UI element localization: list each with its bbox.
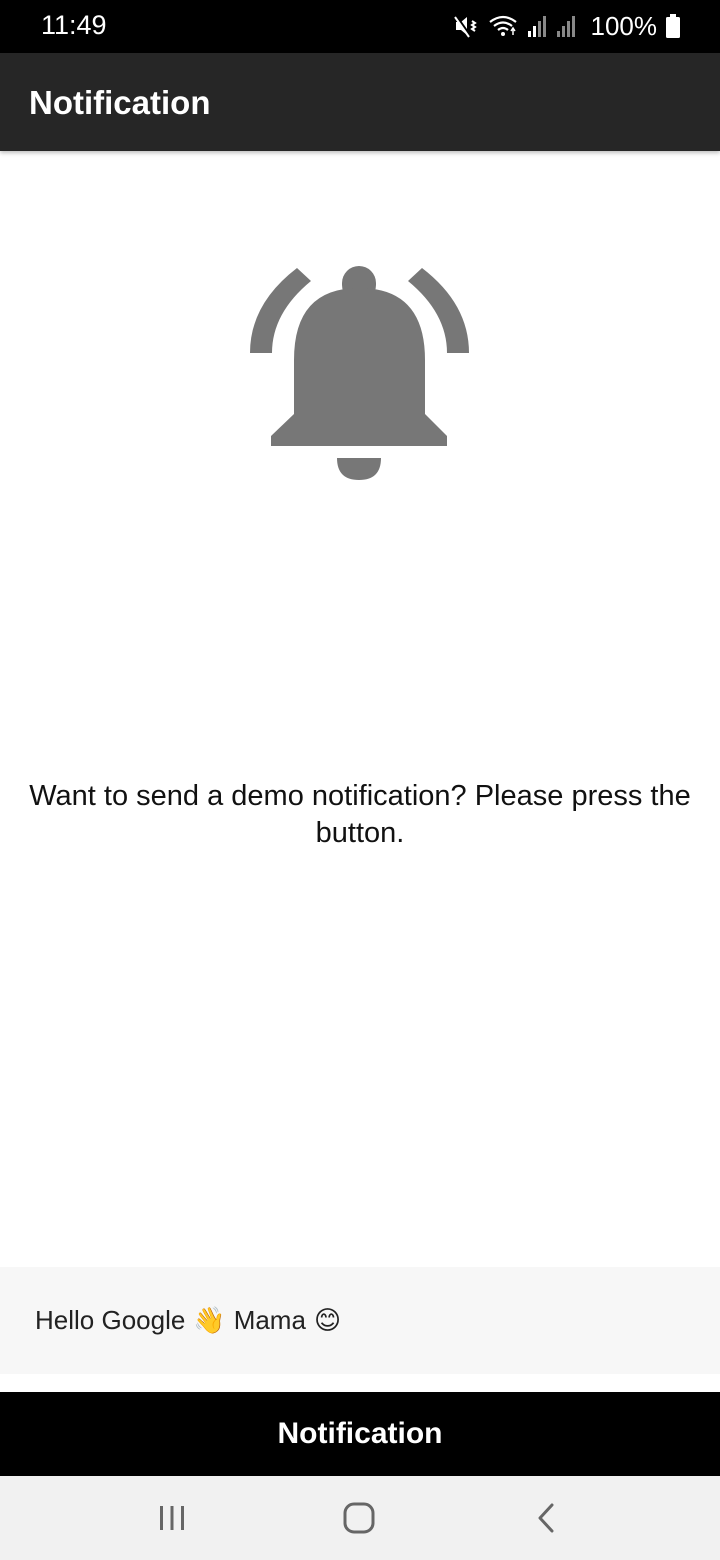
prompt-text: Want to send a demo notification? Please… <box>29 780 691 849</box>
status-time: 11:49 <box>41 10 107 40</box>
app-bar: Notification <box>0 53 720 151</box>
status-bar: 11:49 100% <box>0 0 720 53</box>
signal-icon <box>556 14 576 38</box>
bell-ringing-icon <box>245 262 475 487</box>
message-text-part2: Mama <box>233 1305 306 1335</box>
waving-hand-emoji: 👋 <box>193 1305 226 1335</box>
battery-percent: 100% <box>590 10 658 41</box>
message-text-part1: Hello Google <box>35 1305 186 1335</box>
smiling-face-emoji: 😊 <box>313 1305 342 1335</box>
signal-icon <box>527 14 547 38</box>
nav-bar <box>0 1476 720 1560</box>
app-title: Notification <box>29 84 211 121</box>
battery-icon <box>666 14 680 38</box>
recents-icon[interactable] <box>142 1496 202 1540</box>
message-text: Hello Google 👋 Mama 😊 <box>35 1305 349 1336</box>
notification-button[interactable]: Notification <box>0 1392 720 1476</box>
wifi-icon <box>488 13 518 39</box>
status-icons: 100% <box>453 10 680 41</box>
back-icon[interactable] <box>516 1496 576 1540</box>
home-icon[interactable] <box>329 1496 389 1540</box>
mute-vibrate-icon <box>453 13 479 39</box>
message-panel: Hello Google 👋 Mama 😊 <box>0 1267 720 1374</box>
